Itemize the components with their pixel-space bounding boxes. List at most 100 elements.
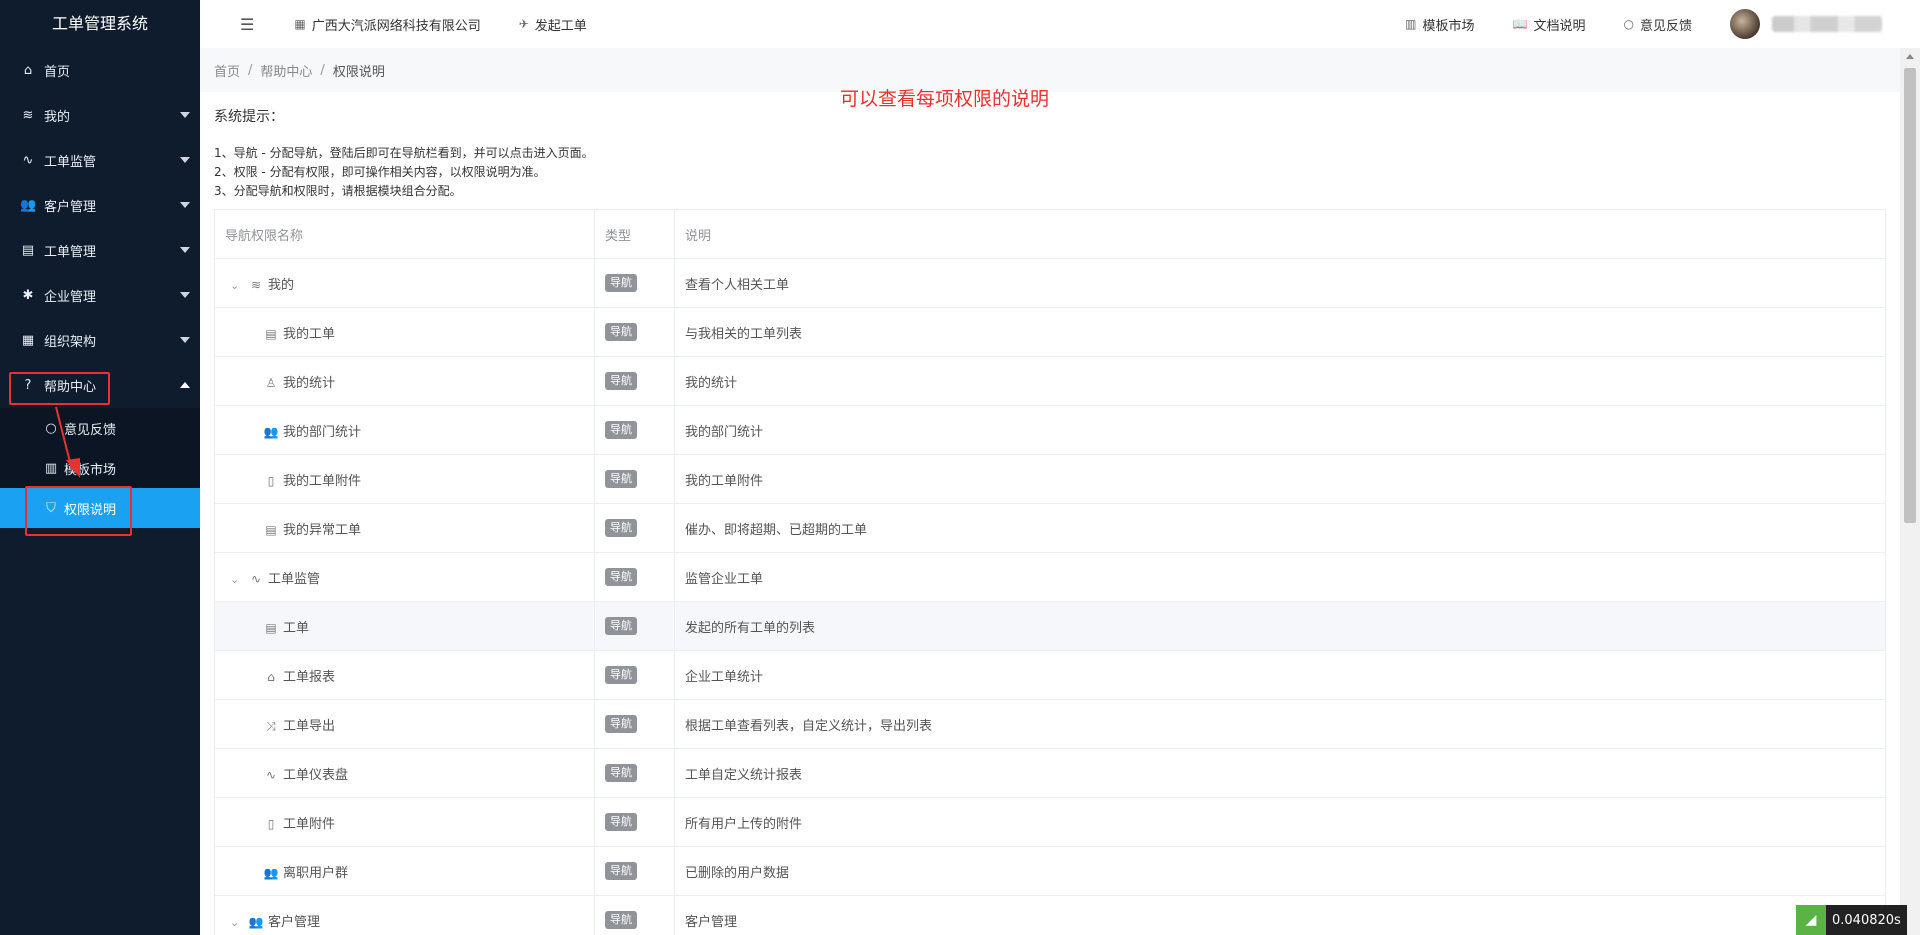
- type-tag: 导航: [605, 764, 637, 782]
- table-row[interactable]: ⌄ 👥 客户管理 导航 客户管理: [214, 895, 1886, 935]
- clipboard-icon: ▤: [21, 243, 35, 258]
- cell-description: 企业工单统计: [674, 650, 1886, 700]
- permission-name: 我的部门统计: [283, 424, 362, 440]
- column-header-name: 导航权限名称: [214, 209, 595, 259]
- type-tag: 导航: [605, 862, 637, 880]
- sidebar-item-organization[interactable]: ▦ 组织架构: [0, 318, 200, 363]
- template-market-link[interactable]: ▥ 模板市场: [1405, 15, 1474, 34]
- book-icon: ▥: [44, 460, 58, 476]
- sidebar-item-home[interactable]: ⌂ 首页: [0, 48, 200, 93]
- expand-chevron-icon[interactable]: ⌄: [230, 916, 244, 929]
- type-tag: 导航: [605, 274, 637, 292]
- sidebar-item-help-center[interactable]: ? 帮助中心: [0, 363, 200, 408]
- type-tag: 导航: [605, 813, 637, 831]
- table-row[interactable]: ▯ 我的工单附件 导航 我的工单附件: [214, 454, 1886, 504]
- breadcrumb-separator: /: [320, 62, 325, 78]
- cell-name: ⤨ 工单导出: [214, 699, 595, 749]
- permission-name: 工单: [283, 620, 310, 636]
- create-order-button[interactable]: ✈ 发起工单: [519, 15, 587, 34]
- type-tag: 导航: [605, 372, 637, 390]
- sidebar-item-enterprise[interactable]: ✱ 企业管理: [0, 273, 200, 318]
- perf-logo-icon: ◢: [1796, 905, 1826, 935]
- sidebar: 工单管理系统 ⌂ 首页 ≋ 我的 ∿ 工单监管 👥 客户管理 ▤ 工单管理 ✱ …: [0, 0, 200, 935]
- user-name-blurred[interactable]: [1772, 16, 1882, 32]
- breadcrumb-help[interactable]: 帮助中心: [260, 61, 312, 80]
- type-tag: 导航: [605, 323, 637, 341]
- table-row[interactable]: ⌄ ∿ 工单监管 导航 监管企业工单: [214, 552, 1886, 602]
- table-row[interactable]: ♙ 我的统计 导航 我的统计: [214, 356, 1886, 406]
- table-row[interactable]: 👥 我的部门统计 导航 我的部门统计: [214, 405, 1886, 455]
- cell-type: 导航: [594, 552, 675, 602]
- scroll-up-arrow-icon[interactable]: [1906, 54, 1914, 59]
- table-row[interactable]: ▤ 我的工单 导航 与我相关的工单列表: [214, 307, 1886, 357]
- table-row[interactable]: ▯ 工单附件 导航 所有用户上传的附件: [214, 797, 1886, 847]
- sidebar-subitem-feedback[interactable]: ○ 意见反馈: [0, 408, 200, 448]
- table-row[interactable]: ⌂ 工单报表 导航 企业工单统计: [214, 650, 1886, 700]
- cell-name: ♙ 我的统计: [214, 356, 595, 406]
- sidebar-item-mine[interactable]: ≋ 我的: [0, 93, 200, 138]
- caret-down-icon: [180, 337, 190, 343]
- sidebar-subitem-label: 意见反馈: [64, 422, 117, 438]
- cell-description: 所有用户上传的附件: [674, 797, 1886, 847]
- breadcrumb: 首页 / 帮助中心 / 权限说明: [200, 48, 1900, 92]
- cell-type: 导航: [594, 258, 675, 308]
- sidebar-subitem-template-market[interactable]: ▥ 模板市场: [0, 448, 200, 488]
- table-row[interactable]: 👥 离职用户群 导航 已删除的用户数据: [214, 846, 1886, 896]
- book-icon: ▥: [1405, 17, 1417, 31]
- top-bar: ☰ ▦ 广西大汽派网络科技有限公司 ✈ 发起工单 ▥ 模板市场 📖 文档说明 ○…: [200, 0, 1920, 48]
- sidebar-item-order-management[interactable]: ▤ 工单管理: [0, 228, 200, 273]
- scrollbar-thumb[interactable]: [1904, 68, 1916, 523]
- type-tag: 导航: [605, 911, 637, 929]
- expand-chevron-icon[interactable]: ⌄: [230, 279, 244, 292]
- shield-icon: ⛉: [46, 500, 56, 516]
- cell-type: 导航: [594, 356, 675, 406]
- users-icon: 👥: [263, 865, 279, 880]
- feedback-link[interactable]: ○ 意见反馈: [1624, 15, 1693, 34]
- users-icon: 👥: [263, 424, 279, 439]
- permission-name: 工单导出: [283, 718, 336, 734]
- table-row[interactable]: ⌄ ≋ 我的 导航 查看个人相关工单: [214, 258, 1886, 308]
- permissions-table: 导航权限名称 类型 说明 ⌄ ≋ 我的 导航 查看个人相关工单 ▤ 我的工单 导航 与我相关的工…: [214, 209, 1886, 935]
- sidebar-item-label: 帮助中心: [44, 380, 97, 395]
- cell-type: 导航: [594, 797, 675, 847]
- company-switch[interactable]: ▦ 广西大汽派网络科技有限公司: [294, 15, 480, 34]
- table-row[interactable]: ▤ 我的异常工单 导航 催办、即将超期、已超期的工单: [214, 503, 1886, 553]
- cell-type: 导航: [594, 454, 675, 504]
- table-row[interactable]: ▤ 工单 导航 发起的所有工单的列表: [214, 601, 1886, 651]
- cell-description: 查看个人相关工单: [674, 258, 1886, 308]
- cell-type: 导航: [594, 405, 675, 455]
- sidebar-item-customers[interactable]: 👥 客户管理: [0, 183, 200, 228]
- sidebar-item-label: 客户管理: [44, 200, 97, 215]
- permission-name: 我的统计: [283, 375, 336, 391]
- sidebar-subitem-permissions[interactable]: ⛉ 权限说明: [0, 488, 200, 528]
- permission-name: 我的: [268, 277, 295, 293]
- doc-lines-icon: ▤: [265, 326, 277, 341]
- expand-chevron-icon[interactable]: ⌄: [230, 573, 244, 586]
- table-row[interactable]: ∿ 工单仪表盘 导航 工单自定义统计报表: [214, 748, 1886, 798]
- permission-name: 离职用户群: [283, 865, 349, 881]
- table-row[interactable]: ⤨ 工单导出 导航 根据工单查看列表，自定义统计，导出列表: [214, 699, 1886, 749]
- cell-name: ∿ 工单仪表盘: [214, 748, 595, 798]
- avatar[interactable]: [1730, 9, 1760, 39]
- permission-name: 工单报表: [283, 669, 336, 685]
- cell-type: 导航: [594, 748, 675, 798]
- breadcrumb-home[interactable]: 首页: [214, 61, 240, 80]
- cell-description: 我的部门统计: [674, 405, 1886, 455]
- cell-name: ▤ 工单: [214, 601, 595, 651]
- permission-name: 工单仪表盘: [283, 767, 349, 783]
- cell-description: 发起的所有工单的列表: [674, 601, 1886, 651]
- docs-link[interactable]: 📖 文档说明: [1513, 15, 1586, 34]
- page-scrollbar[interactable]: [1900, 48, 1920, 935]
- users-icon: 👥: [248, 914, 264, 929]
- permission-name: 工单附件: [283, 816, 336, 832]
- column-header-desc: 说明: [674, 209, 1886, 259]
- home-icon: ⌂: [23, 63, 33, 78]
- breadcrumb-separator: /: [248, 62, 253, 78]
- caret-down-icon: [180, 292, 190, 298]
- shuffle-icon: ⤨: [266, 718, 276, 733]
- cell-description: 我的工单附件: [674, 454, 1886, 504]
- menu-toggle-icon[interactable]: ☰: [240, 15, 254, 34]
- sidebar-item-order-supervision[interactable]: ∿ 工单监管: [0, 138, 200, 183]
- app-title: 工单管理系统: [51, 14, 148, 33]
- cell-name: ⌂ 工单报表: [214, 650, 595, 700]
